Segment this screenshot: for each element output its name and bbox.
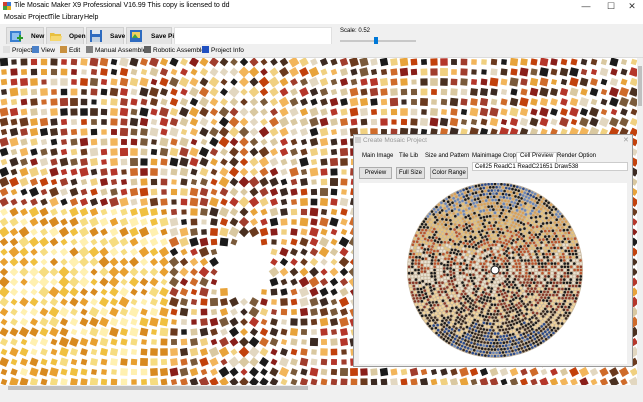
window-title: Tile Mosaic Maker X9 Professional V16.99…	[14, 2, 230, 9]
cell-preview-panel	[359, 182, 627, 364]
new-button[interactable]: New	[6, 27, 44, 45]
save-picture-icon	[130, 30, 142, 42]
toolstrip-manual-assemble-label: Manual Assemble	[95, 47, 147, 54]
toolstrip-project-info[interactable]: Project Info	[202, 46, 244, 54]
app-icon	[3, 2, 11, 10]
open-label: Open	[69, 33, 86, 40]
menu-mosaic-project[interactable]: Mosaic Project	[4, 14, 50, 21]
toolstrip-view[interactable]: View	[32, 46, 55, 54]
menu-tile-library[interactable]: Tile Library	[49, 14, 83, 21]
scale-slider-track[interactable]	[340, 40, 416, 42]
full-size-button[interactable]: Full Size	[396, 167, 425, 179]
dialog-icon	[355, 137, 361, 143]
toolstrip-view-label: View	[41, 47, 55, 54]
color-range-button[interactable]: Color Range	[430, 167, 468, 179]
scale-label: Scale: 0.52	[340, 28, 371, 34]
menu-bar: Mosaic Project Tile Library Help	[0, 13, 643, 24]
dialog-title: Create Mosaic Project	[363, 137, 427, 144]
circular-mosaic-preview	[407, 182, 583, 358]
toolbar-blank-area	[174, 27, 332, 45]
status-bar	[0, 391, 643, 402]
toolstrip-edit[interactable]: Edit	[60, 46, 80, 54]
cell-status-field: Cell25 ReadC1 ReadC21651 Draw538	[472, 162, 628, 171]
dialog-close-button[interactable]: ✕	[623, 136, 629, 144]
project-icon	[3, 46, 10, 53]
toolstrip-edit-label: Edit	[69, 47, 81, 54]
title-bar: Tile Mosaic Maker X9 Professional V16.99…	[0, 0, 643, 13]
vertical-scroll-thumb[interactable]	[638, 66, 642, 106]
toolstrip-project[interactable]: Project	[3, 46, 32, 54]
maximize-button[interactable]: ☐	[600, 0, 622, 13]
save-pic-button[interactable]: Save Pic	[126, 27, 178, 45]
tool-strip: Project View Edit Manual Assemble Roboti…	[0, 44, 643, 57]
preview-disc-center	[490, 265, 500, 275]
tab-size-and-pattern[interactable]: Size and Pattern	[422, 153, 472, 163]
horizontal-scroll-thumb[interactable]	[8, 386, 308, 390]
pencil-icon	[60, 46, 67, 53]
toolstrip-project-label: Project	[12, 47, 33, 54]
open-button[interactable]: Open	[46, 27, 86, 45]
menu-help[interactable]: Help	[84, 14, 98, 21]
preview-button[interactable]: Preview	[359, 167, 392, 179]
create-mosaic-project-dialog: Create Mosaic Project ✕ Main Image Tile …	[353, 134, 633, 367]
tab-main-image[interactable]: Main Image	[359, 153, 396, 163]
monitor-icon	[32, 46, 39, 53]
floppy-icon	[90, 30, 102, 42]
toolstrip-project-info-label: Project Info	[211, 47, 244, 54]
toolstrip-manual-assemble[interactable]: Manual Assemble	[86, 46, 146, 54]
tab-tile-lib[interactable]: Tile Lib	[396, 153, 421, 163]
save-button[interactable]: Save	[86, 27, 126, 45]
robot-arm-icon	[144, 46, 151, 53]
vertical-scrollbar[interactable]	[637, 58, 643, 385]
toolstrip-robotic-assemble[interactable]: Robotic Assemble	[144, 46, 205, 54]
folder-icon	[50, 33, 62, 41]
close-button[interactable]: ✕	[621, 0, 643, 13]
toolstrip-robotic-assemble-label: Robotic Assemble	[153, 47, 206, 54]
minimize-button[interactable]: —	[575, 0, 597, 13]
info-icon	[202, 46, 209, 53]
hand-icon	[86, 46, 93, 53]
save-label: Save	[110, 33, 126, 40]
new-icon	[10, 31, 23, 42]
new-label: New	[31, 33, 45, 40]
